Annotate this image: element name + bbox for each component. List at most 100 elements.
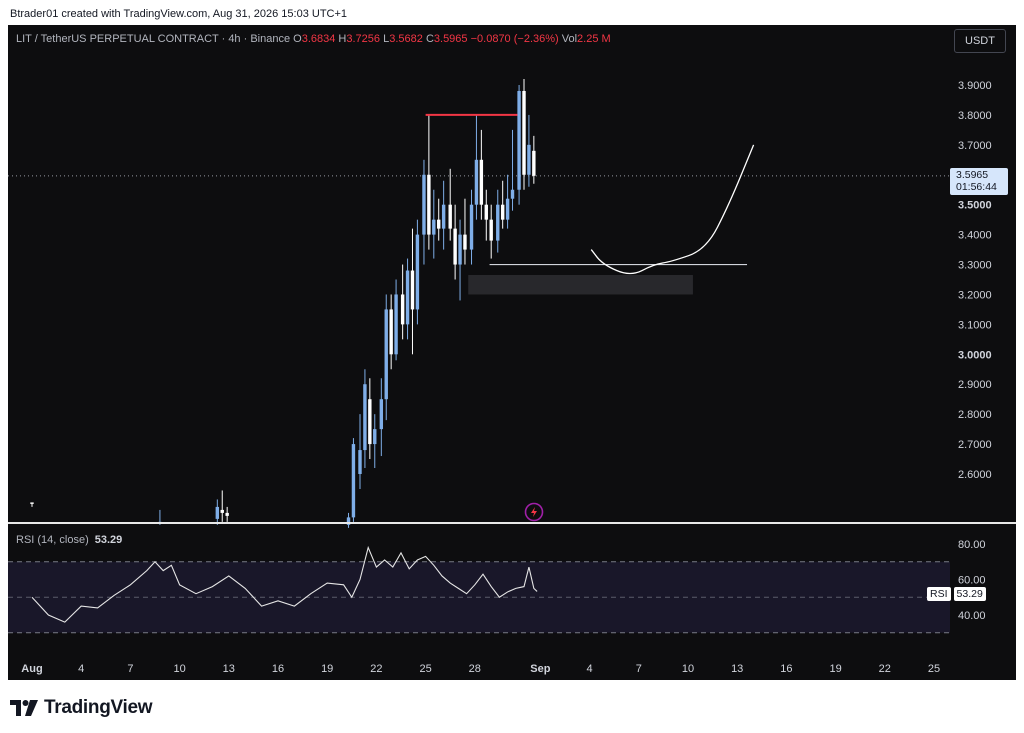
candle	[368, 378, 372, 460]
rsi-tag-label: RSI	[927, 587, 951, 601]
pane-separator[interactable]	[8, 522, 1016, 524]
projection-drawing	[590, 144, 755, 275]
rsi-tick-label: 40.00	[958, 610, 986, 622]
rsi-legend-value: 53.29	[94, 534, 123, 546]
tradingview-logo-icon	[10, 700, 38, 716]
candle	[437, 198, 441, 241]
candle-body	[496, 204, 500, 241]
candle	[379, 378, 384, 457]
rsi-value-tag: RSI 53.29	[927, 584, 986, 601]
candle-body	[422, 174, 426, 235]
price-tick-label: 3.3000	[958, 260, 992, 272]
candle	[373, 414, 377, 469]
rsi-tick-label: 80.00	[958, 539, 986, 551]
demand-zone	[468, 275, 693, 295]
rsi-title[interactable]: RSI (14, close)	[16, 534, 89, 546]
candle-body	[384, 309, 388, 400]
price-tick-label: 2.6000	[958, 469, 992, 481]
candle	[527, 114, 531, 187]
price-tick-label: 2.7000	[958, 439, 992, 451]
time-tick-label: 22	[370, 663, 382, 675]
candle	[225, 506, 229, 522]
candle-body	[441, 204, 446, 229]
candle	[489, 204, 493, 259]
price-tick-label: 3.0000	[958, 349, 992, 361]
candle	[394, 279, 398, 361]
last-price-tag: 3.5965 01:56:44	[950, 168, 1008, 195]
candle	[441, 180, 446, 250]
candle	[432, 189, 436, 259]
time-tick-label: 13	[223, 663, 235, 675]
candle-body	[500, 204, 505, 220]
chart-credit: Btrader01 created with TradingView.com, …	[10, 8, 348, 20]
candle	[427, 114, 431, 250]
candle-body	[505, 198, 510, 220]
price-tick-label: 3.7000	[958, 140, 992, 152]
price-tick-label: 3.4000	[958, 230, 992, 242]
candle	[496, 189, 500, 253]
candle	[346, 512, 351, 528]
candle	[505, 174, 510, 229]
candle	[220, 490, 224, 522]
candle	[479, 129, 484, 220]
candle	[405, 258, 410, 340]
candle-body	[410, 270, 415, 310]
candle-body	[437, 219, 441, 229]
time-tick-label: 16	[780, 663, 792, 675]
price-tick-label: 3.1000	[958, 319, 992, 331]
time-tick-label: 22	[879, 663, 891, 675]
candle-body	[368, 399, 372, 445]
candle	[469, 189, 474, 265]
candle	[384, 294, 388, 421]
candle	[448, 168, 452, 241]
candle	[510, 129, 515, 211]
candle-body	[379, 399, 384, 430]
price-tick-label: 2.9000	[958, 379, 992, 391]
candle-body	[510, 189, 515, 199]
candle-body	[363, 384, 367, 451]
candle-body	[427, 174, 431, 235]
candle-body	[432, 219, 436, 235]
candle	[517, 85, 521, 205]
candle-body	[225, 512, 229, 516]
time-tick-label: 16	[272, 663, 284, 675]
candle-body	[453, 228, 457, 265]
time-tick-label: 7	[636, 663, 642, 675]
candle-body	[489, 219, 493, 241]
candle-body	[484, 204, 488, 220]
candle-body	[405, 270, 410, 325]
candle-body	[215, 506, 220, 519]
candle	[415, 219, 420, 325]
footer: TradingView	[0, 681, 1024, 733]
time-tick-label: 19	[829, 663, 841, 675]
candle-body	[30, 502, 34, 504]
candle	[363, 369, 367, 469]
candle	[532, 135, 536, 184]
last-price-value: 3.5965	[956, 169, 989, 181]
candle-body	[479, 159, 484, 205]
candle-body	[517, 90, 521, 190]
chart-canvas[interactable]: 3.9000 3.8000 3.7000 3.5000 3.4000 3.3000 3.20…	[8, 25, 1016, 680]
candle-body	[389, 309, 393, 355]
candle-body	[400, 294, 405, 325]
event-flash-icon	[524, 502, 544, 522]
candle	[463, 198, 467, 265]
candle-body	[415, 234, 420, 310]
rsi-tag-value: 53.29	[953, 587, 986, 601]
time-tick-label: 28	[469, 663, 481, 675]
candle-body	[522, 90, 526, 175]
chart-panel[interactable]: LIT / TetherUS PERPETUAL CONTRACT · 4h ·…	[8, 25, 1016, 680]
candle	[410, 228, 415, 355]
candle	[500, 180, 505, 229]
candle-body	[532, 150, 536, 176]
candle	[351, 438, 356, 522]
price-tick-label: 3.8000	[958, 110, 992, 122]
tradingview-logo[interactable]: TradingView	[10, 697, 153, 719]
brand-name: TradingView	[44, 697, 153, 718]
candle-body	[469, 204, 474, 250]
time-tick-label: 10	[682, 663, 694, 675]
candle	[422, 159, 426, 265]
time-tick-label: 10	[173, 663, 185, 675]
candle	[522, 79, 526, 190]
candle-body	[448, 204, 452, 229]
